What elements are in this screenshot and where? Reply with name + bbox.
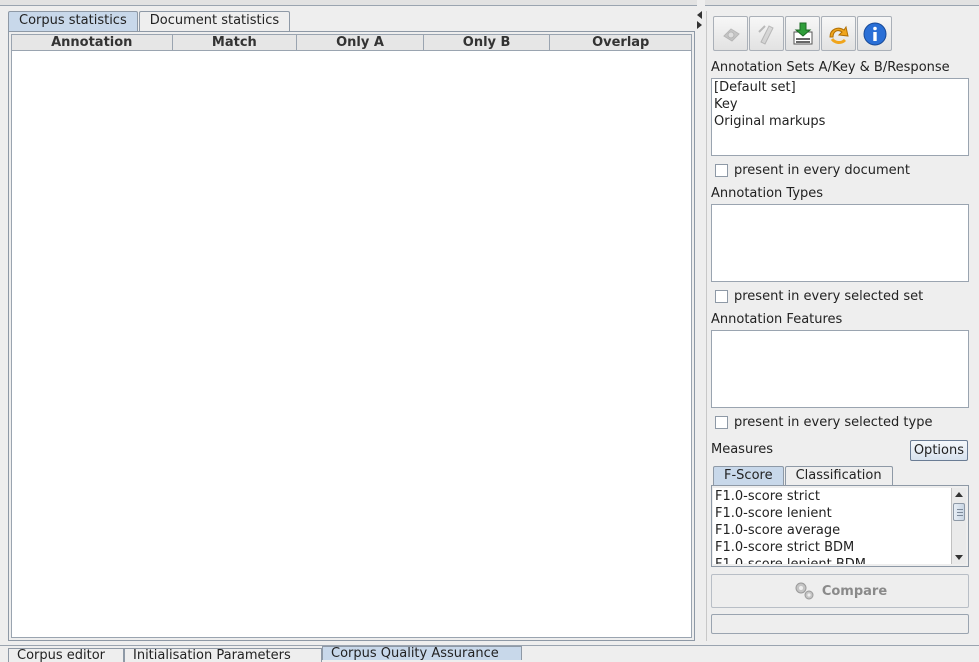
checkbox-label: present in every document xyxy=(734,163,910,178)
column-only-b[interactable]: Only B xyxy=(424,35,551,51)
corpus-button[interactable] xyxy=(713,16,748,51)
scroll-up-icon[interactable] xyxy=(955,492,963,497)
list-item[interactable]: F1.0-score lenient BDM xyxy=(713,556,951,564)
clear-button[interactable] xyxy=(749,16,784,51)
scroll-down-icon[interactable] xyxy=(955,555,963,560)
compare-button[interactable]: Compare xyxy=(711,574,969,608)
collapse-left-icon[interactable] xyxy=(697,11,702,19)
measures-scrollbar[interactable] xyxy=(951,488,966,564)
progress-bar xyxy=(711,614,969,634)
statistics-table[interactable]: Annotation Match Only A Only B Overlap xyxy=(11,34,692,638)
annotation-sets-label: Annotation Sets A/Key & B/Response xyxy=(711,60,950,75)
list-item[interactable]: F1.0-score strict BDM xyxy=(713,539,951,556)
measures-panel: F1.0-score strict F1.0-score lenient F1.… xyxy=(711,485,969,567)
gears-icon xyxy=(795,582,814,600)
tab-corpus-statistics[interactable]: Corpus statistics xyxy=(8,11,138,31)
toolbar xyxy=(713,16,893,51)
split-pane-divider[interactable] xyxy=(697,11,703,31)
annotation-features-label: Annotation Features xyxy=(711,312,843,327)
list-item[interactable]: F1.0-score strict xyxy=(713,488,951,505)
column-overlap[interactable]: Overlap xyxy=(550,35,691,51)
table-header: Annotation Match Only A Only B Overlap xyxy=(12,35,691,51)
annotation-types-label: Annotation Types xyxy=(711,186,824,201)
clear-icon xyxy=(757,24,774,45)
present-in-every-selected-set-checkbox[interactable]: present in every selected set xyxy=(715,289,923,304)
statistics-panel: Annotation Match Only A Only B Overlap xyxy=(8,31,695,641)
bottom-tab-bar: Corpus editor Initialisation Parameters … xyxy=(0,645,979,662)
settings-panel: Annotation Sets A/Key & B/Response [Defa… xyxy=(706,11,974,641)
checkbox-box[interactable] xyxy=(715,290,728,303)
tab-document-statistics[interactable]: Document statistics xyxy=(138,11,291,31)
list-item[interactable]: Key xyxy=(712,96,968,113)
checkbox-label: present in every selected type xyxy=(734,415,933,430)
checkbox-box[interactable] xyxy=(715,416,728,429)
corpus-icon xyxy=(722,27,740,42)
options-button[interactable]: Options xyxy=(909,440,968,461)
measures-label: Measures xyxy=(711,442,774,457)
info-icon xyxy=(863,22,886,45)
list-item[interactable]: Original markups xyxy=(712,113,968,130)
column-annotation[interactable]: Annotation xyxy=(12,35,173,51)
refresh-icon xyxy=(828,25,849,44)
present-in-every-selected-type-checkbox[interactable]: present in every selected type xyxy=(715,415,932,430)
collapse-right-icon[interactable] xyxy=(697,21,702,29)
scroll-thumb[interactable] xyxy=(953,503,965,521)
annotation-sets-list[interactable]: [Default set] Key Original markups xyxy=(711,78,969,156)
tab-initialisation-parameters[interactable]: Initialisation Parameters xyxy=(124,648,322,662)
measures-tab-bar: F-Score Classification xyxy=(713,466,894,485)
left-tab-bar: Corpus statistics Document statistics xyxy=(8,11,291,31)
checkbox-label: present in every selected set xyxy=(734,289,924,304)
compare-label: Compare xyxy=(821,583,888,599)
tab-classification[interactable]: Classification xyxy=(784,466,893,485)
list-item[interactable]: F1.0-score average xyxy=(713,522,951,539)
refresh-button[interactable] xyxy=(821,16,856,51)
tab-f-score[interactable]: F-Score xyxy=(713,466,784,485)
export-icon xyxy=(793,22,812,44)
list-item[interactable]: [Default set] xyxy=(712,79,968,96)
present-in-every-document-checkbox[interactable]: present in every document xyxy=(715,163,910,178)
info-button[interactable] xyxy=(857,16,892,51)
checkbox-box[interactable] xyxy=(715,164,728,177)
tab-corpus-editor[interactable]: Corpus editor xyxy=(8,648,124,662)
column-only-a[interactable]: Only A xyxy=(297,35,424,51)
window-top-border xyxy=(0,0,979,6)
tab-corpus-quality-assurance[interactable]: Corpus Quality Assurance xyxy=(322,646,522,660)
list-item[interactable]: F1.0-score lenient xyxy=(713,505,951,522)
column-match[interactable]: Match xyxy=(173,35,298,51)
annotation-types-list[interactable] xyxy=(711,204,969,282)
export-button[interactable] xyxy=(785,16,820,51)
annotation-features-list[interactable] xyxy=(711,330,969,408)
measures-list[interactable]: F1.0-score strict F1.0-score lenient F1.… xyxy=(713,488,951,564)
